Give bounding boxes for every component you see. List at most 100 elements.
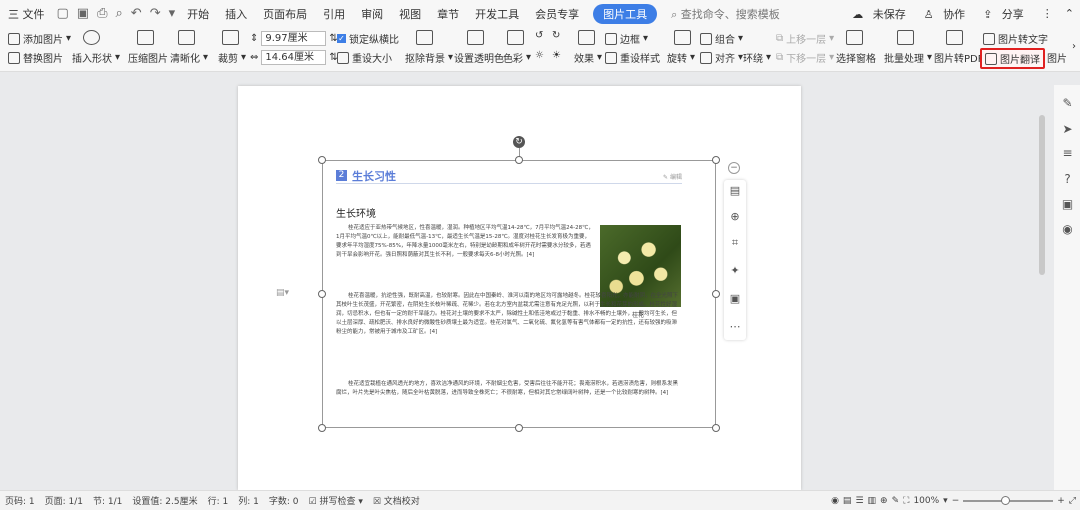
unsaved-button[interactable]: ☁ 未保存	[846, 6, 918, 22]
export-icon[interactable]: ⎙	[93, 6, 111, 21]
send-backward-button[interactable]: ⧉ 下移一层 ▾	[776, 50, 834, 65]
paragraph-2: 桂花喜温暖，抗逆性强，既耐高温，也较耐寒。因此在中国秦岭、淮河以南的地区均可露地…	[336, 293, 679, 335]
compress-button[interactable]: 压缩图片	[128, 50, 168, 65]
layout-icon[interactable]: ▤	[728, 184, 742, 198]
pen-mode-icon[interactable]: ✎	[892, 496, 900, 506]
web-view-icon[interactable]: ⊕	[880, 496, 888, 506]
zoom-in-icon[interactable]: +	[1057, 496, 1065, 506]
translate-button[interactable]: 图片翻译	[980, 48, 1045, 69]
bulb-icon[interactable]: ✦	[728, 264, 742, 278]
image-panel-icon[interactable]: ▣	[1061, 198, 1074, 211]
to-text-button[interactable]: 图片转文字	[983, 31, 1048, 46]
select-pane-button[interactable]: 选择窗格	[836, 50, 876, 65]
zoom-out-icon[interactable]: −	[952, 496, 960, 506]
resize-handle-t[interactable]	[515, 156, 523, 164]
tab-developer[interactable]: 开发工具	[467, 6, 527, 22]
proofread-button[interactable]: ☒ 文档校对	[368, 494, 425, 507]
outline-view-icon[interactable]: ☰	[855, 496, 863, 506]
collab-button[interactable]: ♙ 协作	[918, 6, 977, 22]
collapse-icon[interactable]: ⌃	[1059, 7, 1080, 20]
add-image-button[interactable]: 添加图片 ▾	[8, 31, 71, 46]
resize-handle-br[interactable]	[712, 424, 720, 432]
reset-size-button[interactable]: 重设大小	[337, 50, 392, 65]
zoom-slider[interactable]	[963, 496, 1054, 505]
tab-start[interactable]: 开始	[179, 6, 217, 22]
share-button[interactable]: ⇪ 分享	[977, 6, 1036, 22]
eye-icon[interactable]: ◉	[831, 496, 839, 506]
save-icon[interactable]: ▢	[53, 6, 73, 21]
color-button[interactable]: 色彩 ▾	[503, 50, 531, 65]
read-view-icon[interactable]: ▥	[868, 496, 877, 506]
tab-reference[interactable]: 引用	[315, 6, 353, 22]
batch-button[interactable]: 批量处理 ▾	[884, 50, 932, 65]
more-tools-button[interactable]: 图片	[1047, 50, 1067, 65]
tab-insert[interactable]: 插入	[217, 6, 255, 22]
more-icon[interactable]: ⋮	[1036, 7, 1059, 20]
replace-image-button[interactable]: 替换图片	[8, 50, 63, 65]
tab-layout[interactable]: 页面布局	[255, 6, 315, 22]
settings-sliders-icon[interactable]: ≡	[1061, 147, 1074, 160]
tab-review[interactable]: 审阅	[353, 6, 391, 22]
insert-shape-button[interactable]: 插入形状 ▾	[72, 50, 120, 65]
ribbon-scroll-right-icon[interactable]: ›	[1072, 41, 1076, 52]
resize-handle-r[interactable]	[712, 290, 720, 298]
rotate-right-icon[interactable]: ↻	[552, 30, 560, 41]
tab-view[interactable]: 视图	[391, 6, 429, 22]
redo-icon[interactable]: ↷	[146, 6, 165, 21]
print-preview-icon[interactable]: ▣	[73, 6, 93, 21]
spell-check-button[interactable]: ☑ 拼写检查 ▾	[304, 494, 368, 507]
reset-style-button[interactable]: 重设样式	[605, 50, 660, 65]
to-pdf-button[interactable]: 图片转PDF	[934, 50, 983, 65]
image-edit-icon[interactable]: ▣	[728, 292, 742, 306]
command-search[interactable]: ⌕ 查找命令、搜索模板	[671, 6, 780, 22]
rotate-handle-icon[interactable]: ↻	[513, 136, 525, 148]
zoom-icon[interactable]: ⊕	[728, 210, 742, 224]
search-icon: ⌕	[671, 7, 681, 21]
vertical-scrollbar[interactable]	[1038, 85, 1046, 490]
undo-icon[interactable]: ↶	[127, 6, 146, 21]
wrap-button[interactable]: 环绕 ▾	[743, 50, 771, 65]
group-button[interactable]: 组合 ▾	[700, 31, 743, 46]
fullscreen-icon[interactable]: ⤢	[1069, 496, 1076, 506]
tab-chapter[interactable]: 章节	[429, 6, 467, 22]
resize-handle-bl[interactable]	[318, 424, 326, 432]
word-count[interactable]: 字数: 0	[264, 494, 304, 507]
page-view-icon[interactable]: ▤	[843, 496, 852, 506]
crop-tool-icon[interactable]: ⌗	[728, 236, 742, 250]
resize-handle-l[interactable]	[318, 290, 326, 298]
paragraph-icon[interactable]: ▤▾	[276, 288, 289, 298]
collapse-toolbar-icon[interactable]: −	[728, 162, 740, 174]
pointer-icon[interactable]: ➤	[1061, 123, 1074, 136]
rotate-left-icon[interactable]: ↺	[535, 30, 543, 41]
resize-handle-b[interactable]	[515, 424, 523, 432]
resize-handle-tr[interactable]	[712, 156, 720, 164]
resize-handle-tl[interactable]	[318, 156, 326, 164]
more-options-icon[interactable]: ⋯	[728, 320, 742, 334]
effect-button[interactable]: 效果 ▾	[574, 50, 602, 65]
zoom-knob[interactable]	[1001, 496, 1011, 505]
crop-button[interactable]: 裁剪 ▾	[218, 50, 246, 65]
dropdown-icon[interactable]: ▾	[165, 6, 180, 21]
remove-bg-button[interactable]: 抠除背景 ▾	[405, 50, 453, 65]
file-menu[interactable]: 三 文件	[0, 6, 53, 22]
rotate-button[interactable]: 旋转 ▾	[667, 50, 695, 65]
pen-icon[interactable]: ✎	[1061, 97, 1074, 110]
zoom-level[interactable]: 100%	[913, 496, 939, 506]
find-icon[interactable]: ⌕	[112, 6, 127, 21]
border-button[interactable]: 边框 ▾	[605, 31, 648, 46]
lock-ratio-checkbox[interactable]: ✓ 锁定纵横比	[337, 31, 399, 46]
help-icon[interactable]: ?	[1061, 173, 1074, 186]
to-pdf-icon	[946, 30, 963, 45]
align-button[interactable]: 对齐 ▾	[700, 50, 743, 65]
fit-icon[interactable]: ⛶	[903, 496, 909, 506]
tab-picture-tools[interactable]: 图片工具	[593, 3, 658, 24]
scrollbar-thumb[interactable]	[1039, 115, 1045, 275]
contrast-icon[interactable]: ☀	[552, 50, 561, 61]
bring-forward-button[interactable]: ⧉ 上移一层 ▾	[776, 31, 834, 46]
sharpen-icon	[178, 30, 195, 45]
sharpen-button[interactable]: 清晰化 ▾	[170, 50, 208, 65]
location-icon[interactable]: ◉	[1061, 223, 1074, 236]
brightness-icon[interactable]: ☼	[535, 50, 544, 61]
set-transparent-button[interactable]: 设置透明色	[454, 50, 504, 65]
tab-member[interactable]: 会员专享	[527, 6, 587, 22]
